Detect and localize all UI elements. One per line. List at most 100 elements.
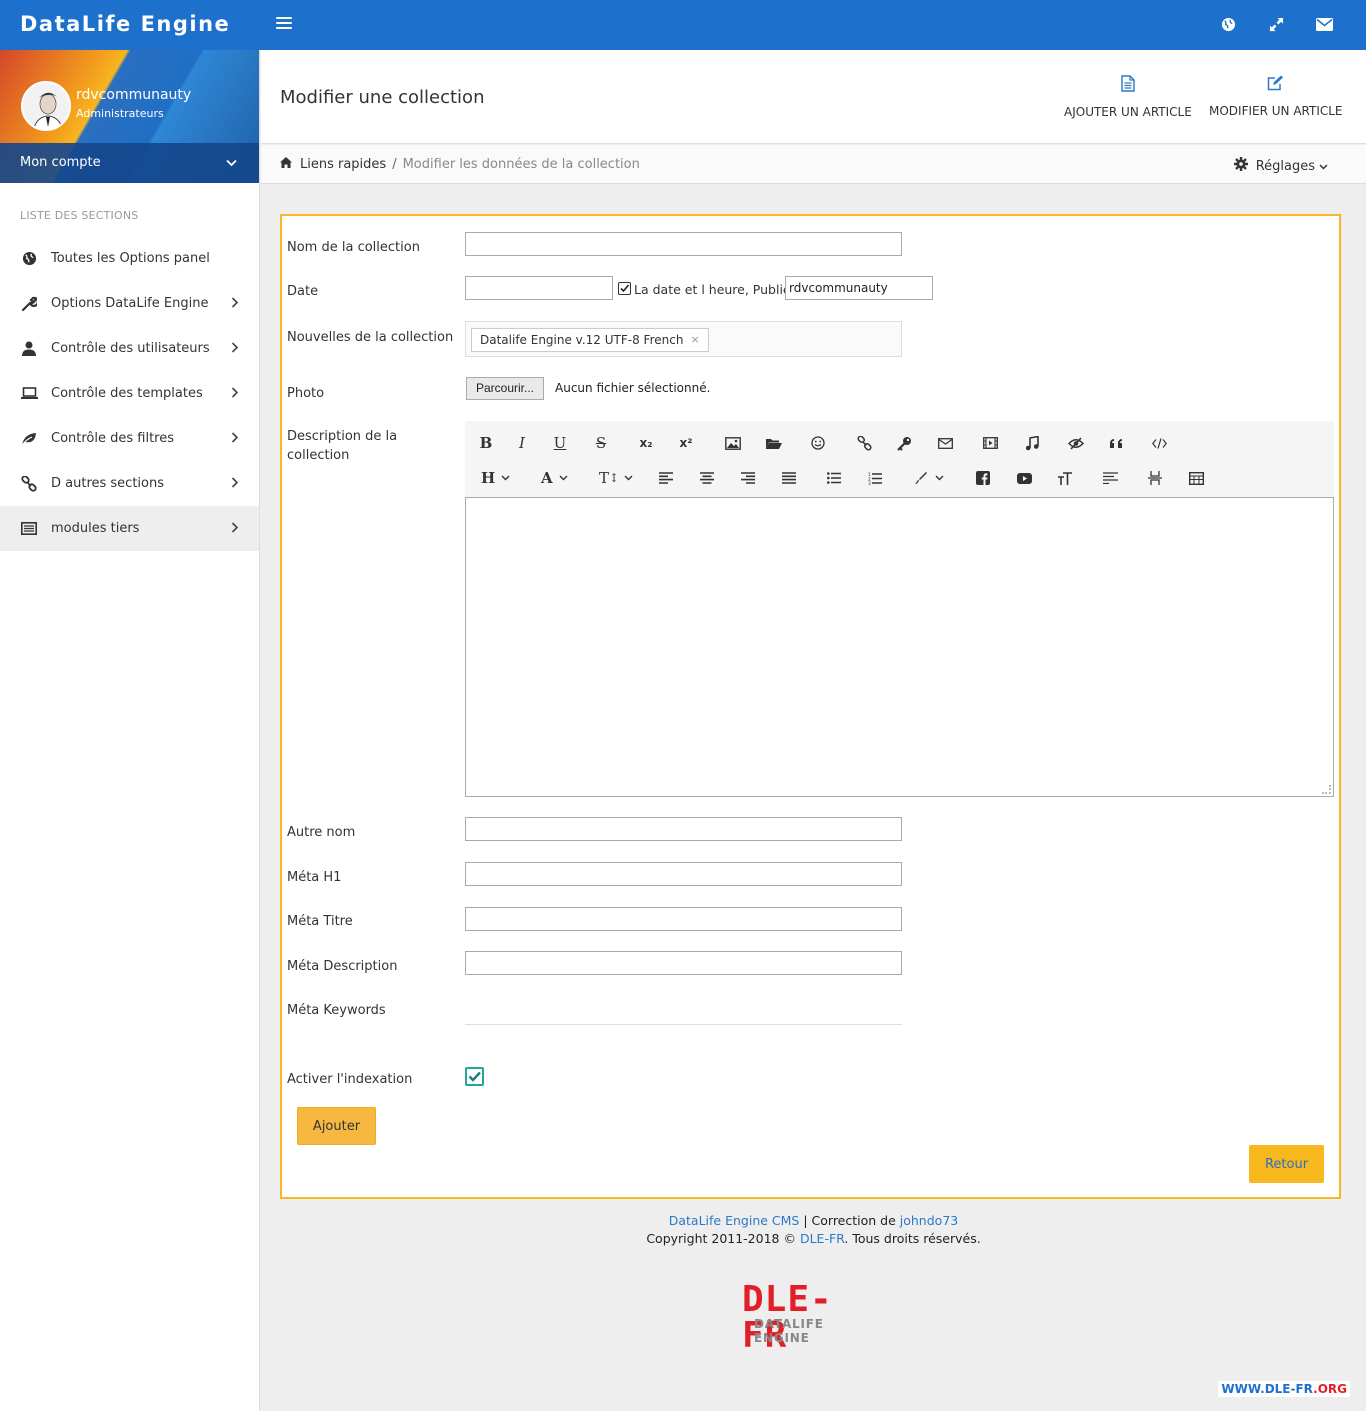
align-justify-icon[interactable] <box>776 466 802 490</box>
name-label: Nom de la collection <box>287 240 420 255</box>
author-input[interactable] <box>785 276 933 300</box>
other-name-input[interactable] <box>465 817 902 841</box>
align-left-icon[interactable] <box>653 466 679 490</box>
user-icon <box>20 340 38 358</box>
site-link[interactable]: DLE-FR <box>800 1231 844 1246</box>
cms-link[interactable]: DataLife Engine CMS <box>669 1213 800 1228</box>
facebook-icon[interactable] <box>970 466 996 490</box>
settings-label: Réglages <box>1255 158 1315 174</box>
resize-handle[interactable] <box>1322 785 1331 794</box>
author-link[interactable]: johndo73 <box>900 1213 958 1228</box>
wrench-icon <box>20 295 38 313</box>
list-ul-icon[interactable] <box>821 466 847 490</box>
envelope-icon[interactable] <box>932 431 958 455</box>
menu-toggle-icon[interactable] <box>276 17 292 31</box>
link-icon <box>20 475 38 493</box>
meta-title-input[interactable] <box>465 907 902 931</box>
italic-button[interactable]: I <box>509 431 535 455</box>
browse-file-button[interactable]: Parcourir... <box>466 377 545 400</box>
bold-button[interactable]: B <box>473 431 499 455</box>
sidebar-item-users[interactable]: Contrôle des utilisateurs <box>0 326 259 371</box>
code-icon[interactable] <box>1146 431 1172 455</box>
video-icon[interactable] <box>977 431 1003 455</box>
table-icon[interactable] <box>1183 466 1209 490</box>
file-text-icon <box>1064 75 1192 96</box>
collection-form: Nom de la collection Date La date et l h… <box>280 214 1341 1199</box>
back-button[interactable]: Retour <box>1249 1145 1324 1183</box>
page-break-icon[interactable] <box>1142 466 1168 490</box>
top-navbar: DataLife Engine <box>0 0 1366 50</box>
dle-fr-logo[interactable]: DLE-FR DATALIFE ENGINE <box>742 1282 872 1354</box>
sidebar-item-templates[interactable]: Contrôle des templates <box>0 371 259 416</box>
font-dropdown[interactable]: A <box>533 466 573 490</box>
avatar[interactable] <box>21 81 71 131</box>
breadcrumb-home-link[interactable]: Liens rapides <box>300 157 386 172</box>
file-status: Aucun fichier sélectionné. <box>555 381 711 395</box>
youtube-icon[interactable] <box>1011 466 1037 490</box>
page-title: Modifier une collection <box>280 87 485 108</box>
user-panel: rdvcommunauty Administrateurs Mon compte <box>0 50 259 183</box>
date-label: Date <box>287 284 319 299</box>
rights-text: . Tous droits réservés. <box>844 1231 981 1246</box>
link-icon[interactable] <box>851 431 877 455</box>
globe-icon[interactable] <box>1218 14 1238 34</box>
chevron-down-icon[interactable] <box>226 156 237 171</box>
text-height-icon[interactable] <box>1052 466 1078 490</box>
music-icon[interactable] <box>1019 431 1045 455</box>
align-right-icon[interactable] <box>735 466 761 490</box>
chevron-right-icon <box>231 387 239 402</box>
watermark-main: WWW.DLE-FR <box>1221 1382 1314 1396</box>
meta-description-input[interactable] <box>465 951 902 975</box>
home-icon[interactable] <box>280 157 292 172</box>
smile-icon[interactable] <box>805 431 831 455</box>
account-menu-label[interactable]: Mon compte <box>20 155 101 170</box>
envelope-icon[interactable] <box>1314 14 1334 34</box>
align-center-icon[interactable] <box>694 466 720 490</box>
superscript-button[interactable]: x² <box>673 431 699 455</box>
index-checkbox[interactable] <box>465 1067 484 1086</box>
font-size-dropdown[interactable]: T ↕ <box>591 466 635 490</box>
meta-h1-input[interactable] <box>465 862 902 886</box>
news-tag-select[interactable]: Datalife Engine v.12 UTF-8 French × <box>465 321 902 357</box>
edit-article-button[interactable]: MODIFIER UN ARTICLE <box>1209 75 1343 118</box>
settings-dropdown[interactable]: Réglages <box>1233 157 1328 175</box>
key-icon[interactable] <box>891 431 917 455</box>
strikethrough-button[interactable]: S <box>588 431 614 455</box>
subscript-button[interactable]: x₂ <box>633 431 659 455</box>
collection-name-input[interactable] <box>465 232 902 256</box>
heading-dropdown[interactable]: H <box>473 466 513 490</box>
add-article-button[interactable]: AJOUTER UN ARTICLE <box>1064 75 1192 119</box>
date-checkbox-label: La date et l heure, Publié: <box>634 282 795 297</box>
brand-logo[interactable]: DataLife Engine <box>20 12 230 36</box>
chevron-down-icon <box>935 475 943 481</box>
description-label: Description de la collection <box>287 429 398 463</box>
sidebar-item-other-sections[interactable]: D autres sections <box>0 461 259 506</box>
navbar-icons <box>1218 14 1334 34</box>
sidebar-item-filters[interactable]: Contrôle des filtres <box>0 416 259 461</box>
paragraph-icon[interactable] <box>1097 466 1123 490</box>
description-editor[interactable] <box>465 497 1334 797</box>
watermark: WWW.DLE-FR.ORG <box>1218 1381 1350 1397</box>
sidebar-item-modules[interactable]: modules tiers <box>0 506 259 551</box>
quote-icon[interactable] <box>1104 431 1130 455</box>
user-name[interactable]: rdvcommunauty <box>76 87 191 103</box>
date-input[interactable] <box>465 276 613 300</box>
footer: DataLife Engine CMS | Correction de john… <box>261 1212 1366 1248</box>
sidebar-item-all-options[interactable]: Toutes les Options panel <box>0 236 259 281</box>
font-label: A <box>541 469 553 487</box>
add-button[interactable]: Ajouter <box>297 1107 376 1145</box>
color-brush-dropdown[interactable] <box>909 466 949 490</box>
underline-button[interactable]: U <box>547 431 573 455</box>
meta-keywords-input[interactable] <box>465 1024 902 1025</box>
eye-slash-icon[interactable] <box>1063 431 1089 455</box>
image-icon[interactable] <box>720 431 746 455</box>
svg-text:3: 3 <box>868 481 871 485</box>
list-ol-icon[interactable]: 123 <box>862 466 888 490</box>
expand-icon[interactable] <box>1266 14 1286 34</box>
date-checkbox[interactable] <box>618 282 631 295</box>
folder-open-icon[interactable] <box>761 431 787 455</box>
tag-remove-icon[interactable]: × <box>690 329 699 351</box>
sidebar-item-dle-options[interactable]: Options DataLife Engine <box>0 281 259 326</box>
section-title: LISTE DES SECTIONS <box>20 209 139 222</box>
sidebar-item-label: modules tiers <box>51 521 140 536</box>
